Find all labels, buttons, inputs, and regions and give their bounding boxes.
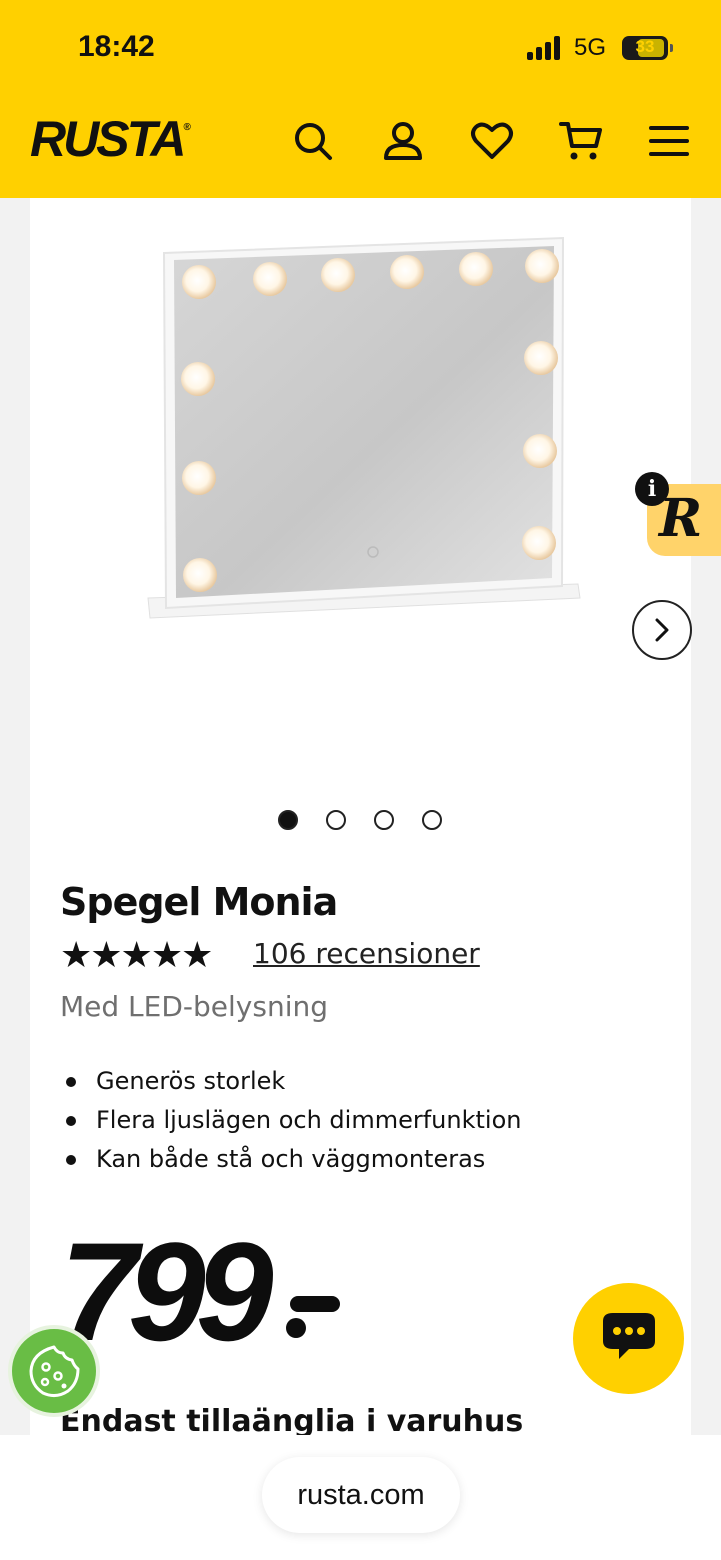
product-subtitle: Med LED-belysning xyxy=(60,990,328,1023)
battery-level: 33 xyxy=(635,37,655,56)
signal-icon xyxy=(527,36,563,60)
top-bar: 18:42 5G 33 RUSTA® xyxy=(0,0,721,198)
feature-item: Generös storlek xyxy=(60,1062,521,1101)
feature-item: Kan både stå och väggmonteras xyxy=(60,1140,521,1179)
gallery-dot-2[interactable] xyxy=(326,810,346,830)
product-title: Spegel Monia xyxy=(60,880,338,924)
gallery-pagination xyxy=(0,810,721,832)
price-dot xyxy=(286,1318,306,1338)
gallery-dot-1[interactable] xyxy=(278,810,298,830)
reviews-link[interactable]: 106 recensioner xyxy=(253,937,480,970)
browser-bottom-bar: rusta.com xyxy=(0,1435,721,1560)
feature-list: Generös storlek Flera ljuslägen och dimm… xyxy=(60,1062,521,1179)
price-dash xyxy=(290,1296,340,1312)
availability-text: Endast tillaänglia i varuhus xyxy=(60,1404,524,1439)
logo-registered-mark: ® xyxy=(183,122,191,134)
chevron-right-icon xyxy=(655,618,669,642)
chat-bubble-icon xyxy=(603,1313,655,1359)
menu-icon[interactable] xyxy=(646,118,692,164)
gallery-dot-3[interactable] xyxy=(374,810,394,830)
info-icon[interactable]: i xyxy=(635,472,669,506)
rusta-logo[interactable]: RUSTA® xyxy=(30,110,191,168)
address-bar[interactable]: rusta.com xyxy=(262,1457,460,1533)
feature-item: Flera ljuslägen och dimmerfunktion xyxy=(60,1101,521,1140)
status-time: 18:42 xyxy=(78,30,155,63)
cookie-icon xyxy=(29,1345,80,1398)
logo-text: RUSTA xyxy=(30,111,187,167)
next-image-button[interactable] xyxy=(632,600,692,660)
gallery-dot-4[interactable] xyxy=(422,810,442,830)
chat-button[interactable] xyxy=(573,1283,684,1394)
battery-icon: 33 xyxy=(622,36,673,60)
network-type: 5G xyxy=(574,34,607,61)
heart-icon[interactable] xyxy=(469,118,515,164)
cart-icon[interactable] xyxy=(558,118,604,164)
rating-stars: ★★★★★ xyxy=(60,935,213,976)
cookie-settings-button[interactable] xyxy=(8,1325,100,1417)
search-icon[interactable] xyxy=(290,118,336,164)
product-image[interactable] xyxy=(30,198,691,758)
account-icon[interactable] xyxy=(380,118,426,164)
